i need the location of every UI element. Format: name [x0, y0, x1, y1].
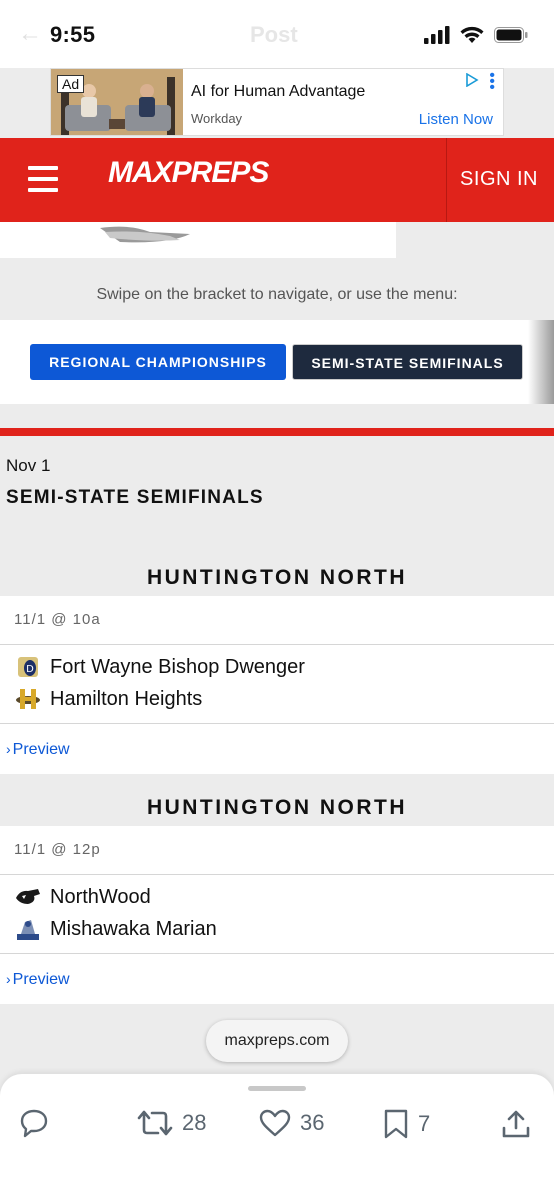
hamburger-menu-icon[interactable]	[28, 166, 58, 192]
venue-title: HUNTINGTON NORTH	[146, 566, 408, 589]
team-name[interactable]: NorthWood	[50, 886, 151, 909]
round-title: SEMI-STATE SEMIFINALS	[6, 487, 264, 508]
adchoices-icon[interactable]	[465, 73, 479, 87]
team-name[interactable]: Fort Wayne Bishop Dwenger	[50, 656, 305, 679]
game-card: 11/1 @ 10a D Fort Wayne Bishop Dwenger H…	[0, 596, 554, 774]
heart-icon	[259, 1109, 291, 1137]
game-card: 11/1 @ 12p NorthWood Mishawaka Marian › P…	[0, 826, 554, 1004]
bookmark-count: 7	[418, 1111, 431, 1136]
game-teams: D Fort Wayne Bishop Dwenger Hamilton Hei…	[0, 645, 554, 724]
battery-icon	[494, 27, 528, 43]
status-time: 9:55	[50, 22, 96, 47]
wifi-icon	[460, 26, 484, 43]
swipe-hint: Swipe on the bracket to navigate, or use…	[96, 286, 458, 303]
mishawaka-marian-logo-icon	[14, 915, 42, 943]
ad-sponsor: Workday	[191, 111, 243, 126]
team-name[interactable]: Hamilton Heights	[50, 688, 202, 711]
ghost-page-title: Post	[250, 22, 298, 47]
preview-label[interactable]: Preview	[13, 741, 70, 758]
ad-title[interactable]: AI for Human Advantage	[191, 83, 365, 101]
ad-banner[interactable]: Ad AI for Human Advantage Workday Listen…	[50, 68, 504, 136]
post-action-bar: 28 36 7	[0, 1074, 554, 1200]
tabs-scroll-fade	[528, 320, 554, 404]
ad-more-icon[interactable]: • • •	[489, 68, 495, 96]
round-tabs: REGIONAL CHAMPIONSHIPS SEMI-STATE SEMIFI…	[0, 320, 554, 404]
status-icons	[424, 26, 528, 44]
bookmark-icon	[384, 1109, 408, 1139]
tab-semi-state-semifinals[interactable]: SEMI-STATE SEMIFINALS	[292, 344, 523, 380]
svg-text:D: D	[26, 664, 34, 675]
sign-in-button[interactable]: SIGN IN	[460, 168, 538, 191]
game-time: 11/1 @ 12p	[0, 826, 554, 875]
repost-count: 28	[182, 1110, 207, 1135]
back-arrow-icon[interactable]: ←	[18, 20, 42, 48]
team-row[interactable]: NorthWood	[14, 883, 151, 911]
repost-icon	[137, 1110, 173, 1136]
chevron-right-icon: ›	[6, 971, 11, 987]
ad-image: Ad	[51, 69, 183, 135]
team-row[interactable]: Mishawaka Marian	[14, 915, 217, 943]
ad-badge: Ad	[57, 75, 85, 93]
tab-regional-championships[interactable]: REGIONAL CHAMPIONSHIPS	[30, 344, 286, 380]
section-divider	[0, 428, 554, 436]
repost-button[interactable]: 28	[136, 1108, 206, 1138]
northwood-logo-icon	[14, 883, 42, 911]
team-name[interactable]: Mishawaka Marian	[50, 918, 217, 941]
venue-title: HUNTINGTON NORTH	[146, 796, 408, 819]
bishop-dwenger-logo-icon: D	[14, 653, 42, 681]
chevron-right-icon: ›	[6, 741, 11, 757]
share-icon	[502, 1110, 530, 1138]
hamilton-heights-logo-icon	[14, 685, 42, 713]
nav-divider	[446, 138, 447, 222]
like-button[interactable]: 36	[258, 1108, 324, 1138]
round-date: Nov 1	[6, 456, 51, 475]
game-time: 11/1 @ 10a	[0, 596, 554, 645]
reply-icon	[20, 1109, 48, 1138]
game-teams: NorthWood Mishawaka Marian	[0, 875, 554, 954]
like-count: 36	[300, 1110, 325, 1135]
cellular-signal-icon	[424, 26, 450, 44]
bookmark-button[interactable]: 7	[382, 1108, 430, 1140]
preview-link[interactable]: › Preview	[0, 954, 554, 1004]
sheet-grabber[interactable]	[248, 1086, 306, 1091]
maxpreps-logo[interactable]: MAXPREPS	[108, 156, 269, 190]
partial-header-image	[0, 222, 396, 258]
share-button[interactable]	[500, 1108, 532, 1140]
reply-button[interactable]	[18, 1108, 50, 1138]
status-bar: ← 9:55 Post	[0, 0, 554, 68]
preview-label[interactable]: Preview	[13, 971, 70, 988]
team-row[interactable]: D Fort Wayne Bishop Dwenger	[14, 653, 305, 681]
ad-listen-button[interactable]: Listen Now	[419, 111, 493, 128]
site-header: MAXPREPS SIGN IN	[0, 138, 554, 222]
browser-url-pill[interactable]: maxpreps.com	[206, 1020, 348, 1062]
preview-link[interactable]: › Preview	[0, 724, 554, 774]
team-row[interactable]: Hamilton Heights	[14, 685, 202, 713]
